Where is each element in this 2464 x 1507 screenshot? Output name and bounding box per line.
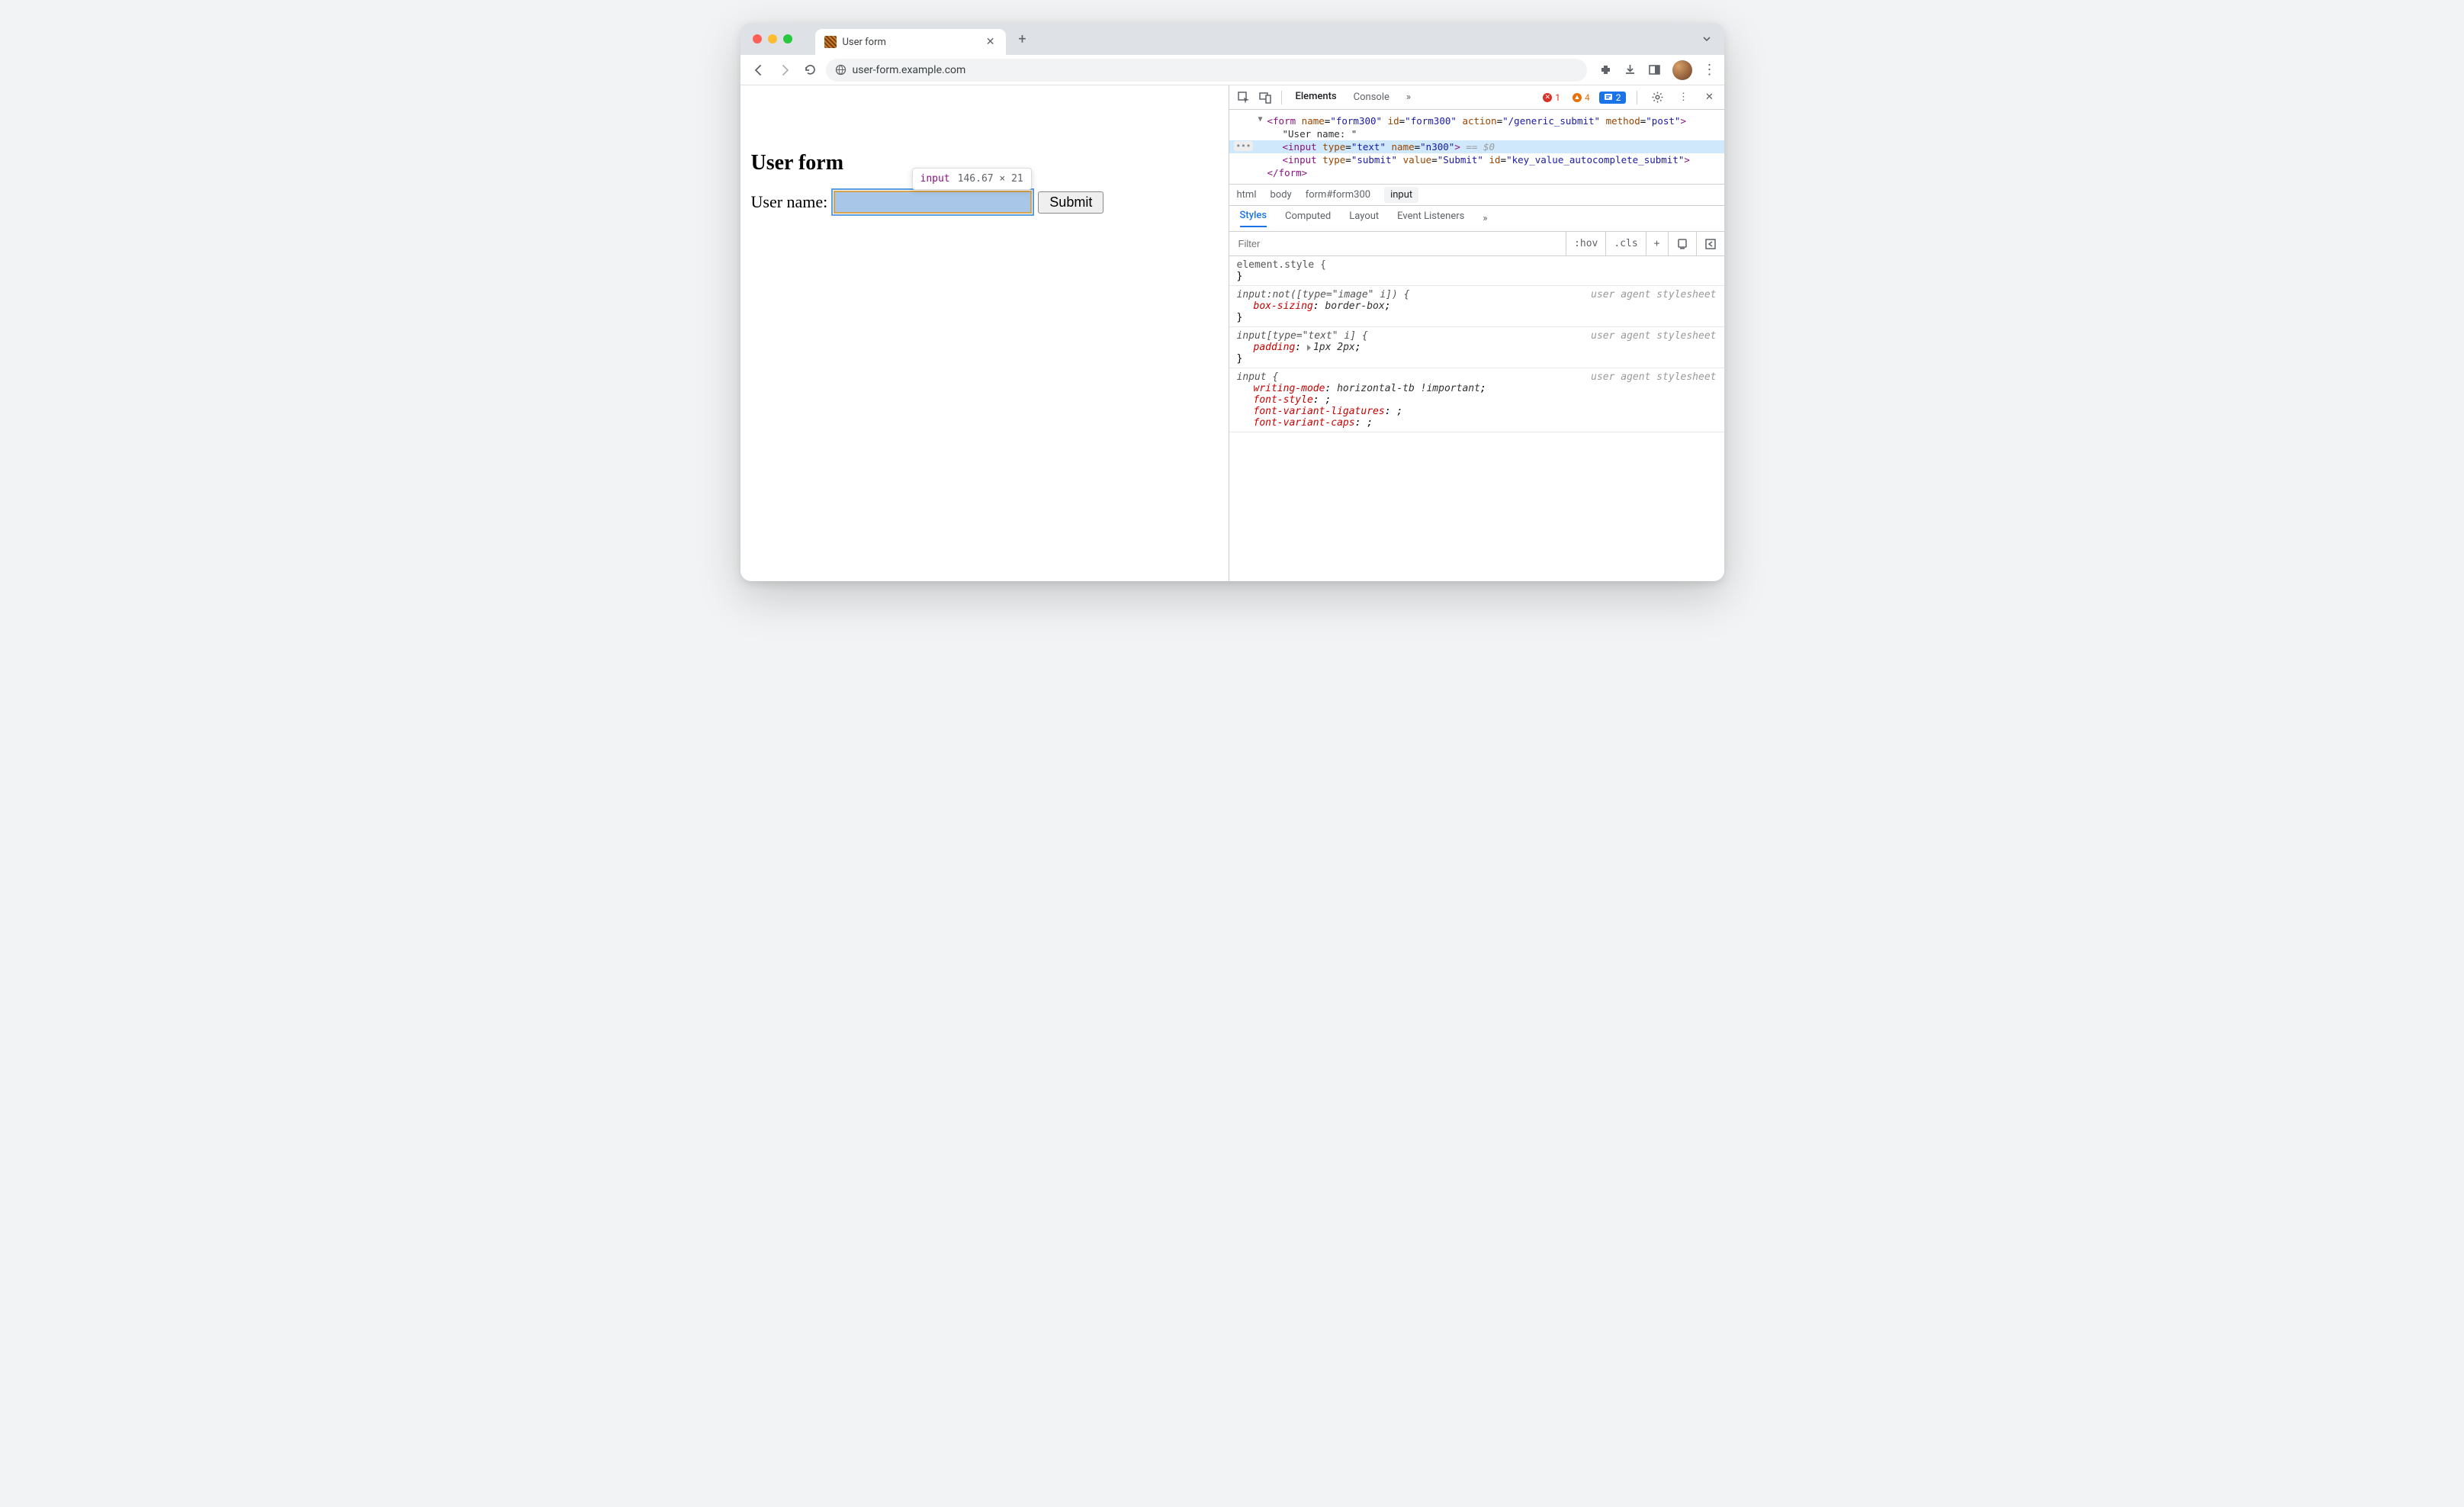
tabs-menu-button[interactable] [1689, 34, 1724, 44]
close-devtools-button[interactable]: ✕ [1700, 88, 1720, 108]
dom-tree[interactable]: ▼ <form name="form300" id="form300" acti… [1229, 110, 1724, 185]
breadcrumb-input[interactable]: input [1384, 187, 1418, 203]
cls-toggle[interactable]: .cls [1606, 232, 1646, 255]
close-window-button[interactable] [753, 34, 762, 43]
tab-event-listeners[interactable]: Event Listeners [1397, 210, 1464, 227]
settings-icon[interactable] [1648, 88, 1668, 108]
window-controls [748, 23, 800, 55]
rule-input-text[interactable]: user agent stylesheet input[type="text" … [1229, 327, 1724, 368]
breadcrumb-form[interactable]: form#form300 [1306, 189, 1370, 201]
reload-button[interactable] [800, 59, 821, 81]
favicon-icon [824, 36, 837, 48]
devtools-panel: Elements Console » ✕1 ▲4 2 ⋮ ✕ [1229, 85, 1724, 581]
site-info-icon[interactable] [835, 64, 846, 76]
tab-console[interactable]: Console [1346, 85, 1397, 109]
downloads-icon[interactable] [1624, 63, 1637, 77]
content-area: User form User name: Submit input 146.67… [740, 85, 1724, 581]
tab-elements[interactable]: Elements [1288, 85, 1344, 109]
dom-node-input-submit[interactable]: <input type="submit" value="Submit" id="… [1229, 153, 1724, 166]
styles-filter-row: :hov .cls + [1229, 232, 1724, 256]
css-rules-list: element.style { } user agent stylesheet … [1229, 256, 1724, 432]
browser-toolbar: user-form.example.com ⋮ [740, 55, 1724, 85]
side-panel-icon[interactable] [1648, 63, 1662, 77]
rendered-page: User form User name: Submit input 146.67… [740, 85, 1229, 581]
tab-layout[interactable]: Layout [1349, 210, 1379, 227]
user-form: User name: Submit [751, 191, 1218, 214]
devtools-toolbar: Elements Console » ✕1 ▲4 2 ⋮ ✕ [1229, 85, 1724, 110]
styles-tabs-overflow[interactable]: » [1483, 213, 1487, 224]
dom-node-form-open[interactable]: ▼ <form name="form300" id="form300" acti… [1229, 114, 1724, 127]
toolbar-right: ⋮ [1592, 60, 1717, 80]
inspect-element-icon[interactable] [1234, 88, 1254, 108]
ellipsis-icon[interactable]: ••• [1234, 141, 1254, 151]
tab-strip: User form ✕ + [740, 23, 1724, 55]
new-style-rule-button[interactable]: + [1646, 232, 1669, 255]
username-input[interactable] [834, 191, 1032, 214]
dom-breadcrumb: html body form#form300 input [1229, 185, 1724, 206]
dom-node-input-text[interactable]: ••• <input type="text" name="n300"> == $… [1229, 140, 1724, 153]
error-count-badge[interactable]: ✕1 [1540, 92, 1563, 104]
extensions-icon[interactable] [1599, 63, 1613, 77]
dom-node-form-close[interactable]: </form> [1229, 166, 1724, 179]
tab-styles[interactable]: Styles [1240, 210, 1267, 227]
rule-input-not-image[interactable]: user agent stylesheet input:not([type="i… [1229, 286, 1724, 327]
dom-node-text[interactable]: "User name: " [1229, 127, 1724, 140]
close-tab-button[interactable]: ✕ [985, 36, 997, 48]
submit-button[interactable]: Submit [1038, 191, 1103, 214]
breadcrumb-html[interactable]: html [1237, 189, 1257, 201]
tooltip-dimensions: 146.67 × 21 [958, 173, 1023, 185]
tabs-overflow-button[interactable]: » [1399, 85, 1418, 109]
new-tab-button[interactable]: + [1012, 28, 1033, 50]
breadcrumb-body[interactable]: body [1270, 189, 1291, 201]
devtools-menu-button[interactable]: ⋮ [1674, 88, 1694, 108]
device-styles-icon[interactable] [1669, 232, 1697, 255]
separator [1281, 91, 1282, 104]
styles-filter-input[interactable] [1229, 232, 1567, 255]
computed-toggle-icon[interactable] [1697, 232, 1724, 255]
tab-title: User form [843, 37, 978, 48]
browser-menu-button[interactable]: ⋮ [1703, 62, 1717, 78]
browser-window: User form ✕ + user-form.example.com [740, 23, 1724, 581]
url-text: user-form.example.com [853, 64, 966, 76]
tab-computed[interactable]: Computed [1285, 210, 1331, 227]
inspect-tooltip: input 146.67 × 21 [912, 168, 1032, 190]
address-bar[interactable]: user-form.example.com [826, 59, 1587, 82]
back-button[interactable] [748, 59, 769, 81]
browser-tab[interactable]: User form ✕ [815, 29, 1006, 55]
rule-element-style[interactable]: element.style { } [1229, 256, 1724, 286]
forward-button[interactable] [774, 59, 795, 81]
styles-tabs: Styles Computed Layout Event Listeners » [1229, 206, 1724, 232]
minimize-window-button[interactable] [768, 34, 777, 43]
username-label: User name: [751, 192, 828, 212]
warning-count-badge[interactable]: ▲4 [1569, 92, 1593, 104]
issues-count-badge[interactable]: 2 [1599, 92, 1626, 104]
tooltip-tag: input [920, 173, 950, 185]
rule-input[interactable]: user agent stylesheet input { writing-mo… [1229, 368, 1724, 432]
device-toolbar-icon[interactable] [1255, 88, 1275, 108]
maximize-window-button[interactable] [783, 34, 792, 43]
profile-avatar[interactable] [1672, 60, 1692, 80]
hov-toggle[interactable]: :hov [1566, 232, 1606, 255]
